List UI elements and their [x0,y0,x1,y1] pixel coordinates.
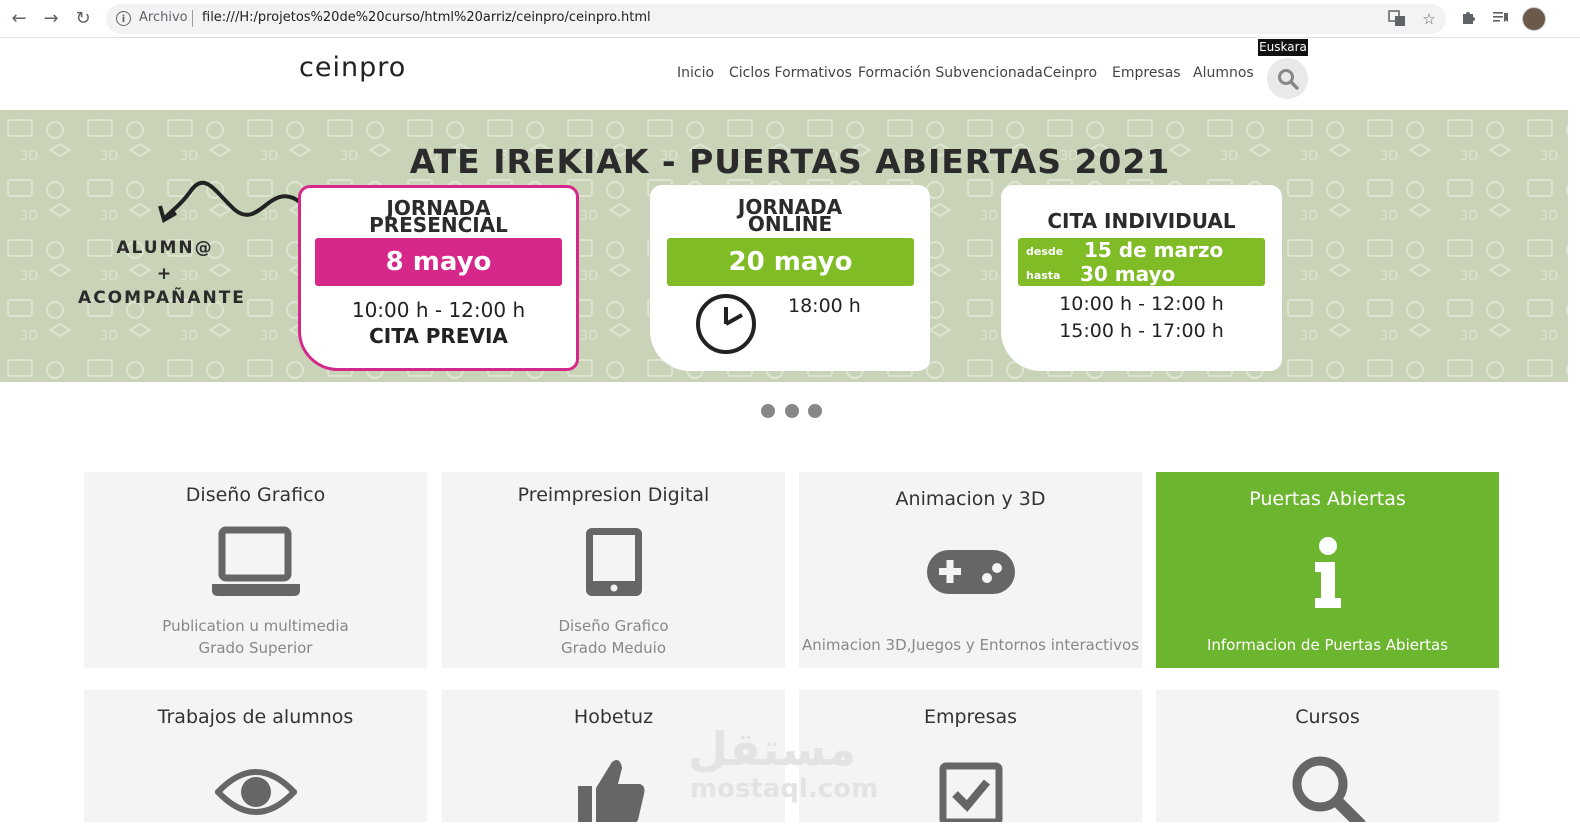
tile-puertas-abiertas[interactable]: Puertas Abiertas Informacion de Puertas … [1156,472,1499,668]
info-icon[interactable]: i [116,11,131,26]
card2-time: 18:00 h [788,295,861,317]
tile-animacion-3d[interactable]: Animacion y 3D Animacion 3D,Juegos y Ent… [799,472,1142,668]
tablet-icon [586,528,642,596]
reload-icon[interactable]: ↻ [72,8,94,30]
translate-icon[interactable] [1387,9,1407,29]
card3-time-1: 10:00 h - 12:00 h [1059,293,1224,315]
card-presencial: JORNADA PRESENCIAL 8 mayo 10:00 h - 12:0… [298,185,579,371]
search-icon [1292,756,1366,826]
tile-title: Diseño Grafico [185,484,326,506]
search-button[interactable] [1267,58,1308,99]
tile-preimpresion-digital[interactable]: Preimpresion Digital Diseño Grafico Grad… [442,472,785,668]
tile-desc-1: Animacion 3D,Juegos y Entornos interacti… [801,636,1140,654]
bottom-edge [0,822,1580,829]
tile-desc-2: Grado Meduio [561,639,666,657]
reading-list-icon[interactable] [1490,9,1510,29]
side-line-1: ALUMN@ [116,238,214,258]
card1-time: 10:00 h - 12:00 h [351,298,526,322]
browser-toolbar: ← → ↻ i Archivo file:///H:/projetos%20de… [0,0,1580,38]
side-line-2: + [156,264,174,284]
card3-time-2: 15:00 h - 17:00 h [1059,320,1224,342]
info-icon [1315,537,1341,608]
address-bar[interactable]: i Archivo file:///H:/projetos%20de%20cur… [106,4,1446,34]
back-arrow-icon[interactable]: ← [8,8,30,30]
slider-dot-2[interactable] [785,404,799,418]
gamepad-icon [927,550,1015,594]
separator [192,10,193,27]
tile-cursos[interactable]: Cursos [1156,690,1499,829]
card-online: JORNADA ONLINE 20 mayo 18:00 h [650,185,930,371]
card-cita-individual: CITA INDIVIDUAL desde 15 de marzo hasta … [1001,185,1282,371]
site-logo[interactable]: ceinpro [299,52,406,83]
eye-icon [215,769,297,815]
tile-trabajos-alumnos[interactable]: Trabajos de alumnos [84,690,427,829]
extensions-icon[interactable] [1459,9,1479,29]
nav-inicio[interactable]: Inicio [677,65,714,81]
clock-icon [696,294,756,354]
tile-desc-1: Publication u multimedia [162,617,349,635]
banner-title: ATE IREKIAK - PUERTAS ABIERTAS 2021 [409,142,1171,181]
tile-desc-1: Informacion de Puertas Abiertas [1206,636,1449,654]
side-line-3: ACOMPAÑANTE [78,288,246,308]
scheme-label: Archivo [139,10,188,25]
language-switch[interactable]: Euskara [1258,39,1308,56]
tile-desc-1: Diseño Grafico [558,617,669,635]
tile-title: Animacion y 3D [895,488,1046,510]
slider-dot-3[interactable] [808,404,822,418]
tile-title: Cursos [1295,706,1360,728]
card3-from-date: 15 de marzo [1084,238,1224,262]
nav-alumnos[interactable]: Alumnos [1193,65,1254,81]
star-icon[interactable]: ☆ [1419,9,1439,29]
url-text[interactable]: file:///H:/projetos%20de%20curso/html%20… [202,10,651,25]
profile-avatar[interactable] [1522,7,1546,31]
nav-empresas[interactable]: Empresas [1112,65,1181,81]
thumbs-up-icon [578,760,645,824]
card2-date: 20 mayo [667,238,914,286]
search-icon [1278,69,1299,90]
slider-dot-1[interactable] [761,404,775,418]
checkbox-icon [939,762,1003,826]
laptop-icon [212,526,300,596]
watermark-latin: mostaql.com [690,774,879,804]
nav-ciclos-formativos[interactable]: Ciclos Formativos [729,65,852,81]
card3-from-label: desde [1026,245,1064,258]
nav-formacion-subvencionada[interactable]: Formación Subvencionada [858,65,1043,81]
hero-banner[interactable]: 3D ATE IREKIAK - PUERTAS ABIERTAS 2021 A… [0,110,1568,382]
tile-title: Puertas Abiertas [1249,488,1406,510]
card3-to-date: 30 mayo [1080,262,1176,286]
forward-arrow-icon[interactable]: → [40,8,62,30]
card3-to-label: hasta [1026,269,1061,282]
card1-title-2: PRESENCIAL [369,213,508,237]
watermark-arabic: مستقل [688,722,857,776]
tile-desc-2: Grado Superior [198,639,313,657]
tile-diseno-grafico[interactable]: Diseño Grafico Publication u multimedia … [84,472,427,668]
card3-title: CITA INDIVIDUAL [1047,209,1236,233]
tile-title: Preimpresion Digital [517,484,710,506]
card2-title-2: ONLINE [747,212,833,236]
card3-dates-box: desde 15 de marzo hasta 30 mayo [1018,238,1265,286]
nav-ceinpro[interactable]: Ceinpro [1043,65,1097,81]
tile-title: Trabajos de alumnos [157,706,354,728]
card1-note: CITA PREVIA [369,324,508,348]
card1-date: 8 mayo [315,238,562,286]
